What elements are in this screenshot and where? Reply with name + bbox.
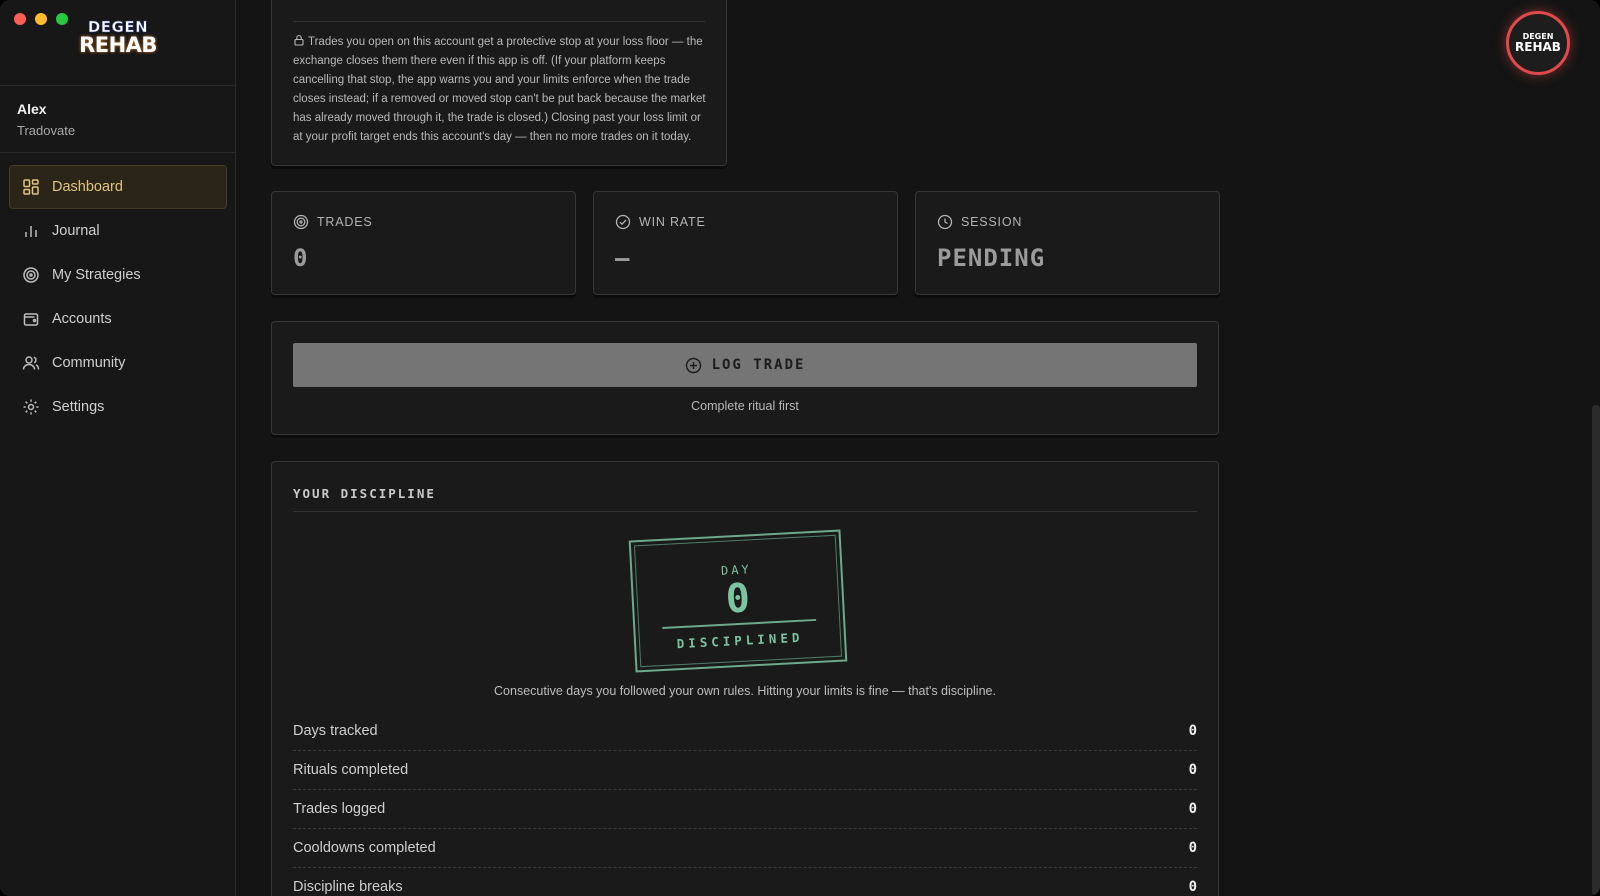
metric-value: 0 <box>1188 879 1197 895</box>
close-window-button[interactable] <box>14 13 26 25</box>
stamp-divider <box>662 618 817 629</box>
stop-protection-info: Trades you open on this account get a pr… <box>293 33 711 147</box>
log-trade-hint: Complete ritual first <box>691 399 799 413</box>
target-icon <box>22 266 40 284</box>
stamp-word: DISCIPLINED <box>676 629 804 652</box>
dashboard-icon <box>22 178 40 196</box>
metric-row: Discipline breaks 0 <box>293 868 1197 896</box>
win-rate-stat-label: WIN RATE <box>615 214 876 230</box>
sidebar-item-label: Settings <box>52 399 105 415</box>
session-label-text: SESSION <box>961 215 1023 229</box>
lock-icon <box>294 35 304 46</box>
trades-value: 0 <box>293 244 309 272</box>
sidebar-item-label: Community <box>52 355 126 371</box>
discipline-title: YOUR DISCIPLINE <box>293 486 436 501</box>
user-info: Alex Tradovate <box>0 85 235 153</box>
metric-label: Discipline breaks <box>293 879 403 895</box>
win-rate-stat-card: WIN RATE — <box>593 191 898 295</box>
sidebar-item-label: Accounts <box>52 311 112 327</box>
sidebar-nav: Dashboard Journal My Strategies Accounts <box>9 165 227 429</box>
log-trade-card: LOG TRADE Complete ritual first <box>271 321 1219 435</box>
discipline-metrics: Days tracked 0 Rituals completed 0 Trade… <box>293 712 1197 896</box>
app-window: DEGEN REHAB Alex Tradovate Dashboard Jou… <box>0 0 1600 896</box>
divider <box>293 21 705 22</box>
metric-row: Rituals completed 0 <box>293 751 1197 790</box>
target-icon <box>293 214 309 230</box>
sidebar: DEGEN REHAB Alex Tradovate Dashboard Jou… <box>0 0 236 896</box>
window-controls <box>14 13 68 25</box>
plus-circle-icon <box>685 357 701 373</box>
metric-label: Trades logged <box>293 801 386 817</box>
main-content: Trades you open on this account get a pr… <box>236 0 1600 896</box>
user-name: Alex <box>17 101 47 117</box>
sidebar-item-label: Dashboard <box>52 179 123 195</box>
check-circle-icon <box>615 214 631 230</box>
stamp-day-label: DAY <box>720 562 753 578</box>
win-rate-label-text: WIN RATE <box>639 215 706 229</box>
wallet-icon <box>22 310 40 328</box>
sidebar-item-community[interactable]: Community <box>9 341 227 385</box>
metric-row: Cooldowns completed 0 <box>293 829 1197 868</box>
session-stat-label: SESSION <box>937 214 1198 230</box>
profile-avatar[interactable]: DEGEN REHAB <box>1506 11 1570 75</box>
sidebar-item-label: My Strategies <box>52 267 141 283</box>
maximize-window-button[interactable] <box>56 13 68 25</box>
sidebar-item-dashboard[interactable]: Dashboard <box>9 165 227 209</box>
metric-label: Rituals completed <box>293 762 409 778</box>
avatar-text-bottom: REHAB <box>1515 40 1561 54</box>
session-value: PENDING <box>937 244 1046 272</box>
log-trade-label: LOG TRADE <box>711 357 806 373</box>
user-platform: Tradovate <box>17 123 76 138</box>
session-stat-card: SESSION PENDING <box>915 191 1220 295</box>
metric-label: Days tracked <box>293 723 378 739</box>
gear-icon <box>22 398 40 416</box>
discipline-caption: Consecutive days you followed your own r… <box>494 684 996 698</box>
sidebar-item-my-strategies[interactable]: My Strategies <box>9 253 227 297</box>
trades-label-text: TRADES <box>317 215 373 229</box>
metric-value: 0 <box>1188 840 1197 856</box>
metric-row: Days tracked 0 <box>293 712 1197 751</box>
metric-value: 0 <box>1188 801 1197 817</box>
app-logo[interactable]: DEGEN REHAB <box>74 19 162 68</box>
sidebar-item-label: Journal <box>52 223 100 239</box>
log-trade-button[interactable]: LOG TRADE <box>293 343 1197 387</box>
trades-stat-card: TRADES 0 <box>271 191 576 295</box>
stop-protection-info-card: Trades you open on this account get a pr… <box>271 0 727 166</box>
win-rate-value: — <box>615 244 631 272</box>
bar-chart-icon <box>22 222 40 240</box>
divider <box>293 511 1197 512</box>
sidebar-item-accounts[interactable]: Accounts <box>9 297 227 341</box>
discipline-card: YOUR DISCIPLINE DAY 0 DISCIPLINED Consec… <box>271 461 1219 896</box>
discipline-stamp: DAY 0 DISCIPLINED <box>628 529 848 673</box>
sidebar-item-journal[interactable]: Journal <box>9 209 227 253</box>
minimize-window-button[interactable] <box>35 13 47 25</box>
main-scrollbar[interactable] <box>1592 405 1600 896</box>
logo-text-bottom: REHAB <box>79 33 157 57</box>
metric-value: 0 <box>1188 762 1197 778</box>
metric-row: Trades logged 0 <box>293 790 1197 829</box>
metric-value: 0 <box>1188 723 1197 739</box>
trades-stat-label: TRADES <box>293 214 554 230</box>
users-icon <box>22 354 40 372</box>
stop-protection-text: Trades you open on this account get a pr… <box>293 36 706 143</box>
sidebar-item-settings[interactable]: Settings <box>9 385 227 429</box>
clock-icon <box>937 214 953 230</box>
metric-label: Cooldowns completed <box>293 840 436 856</box>
stamp-day-count: 0 <box>724 575 752 623</box>
